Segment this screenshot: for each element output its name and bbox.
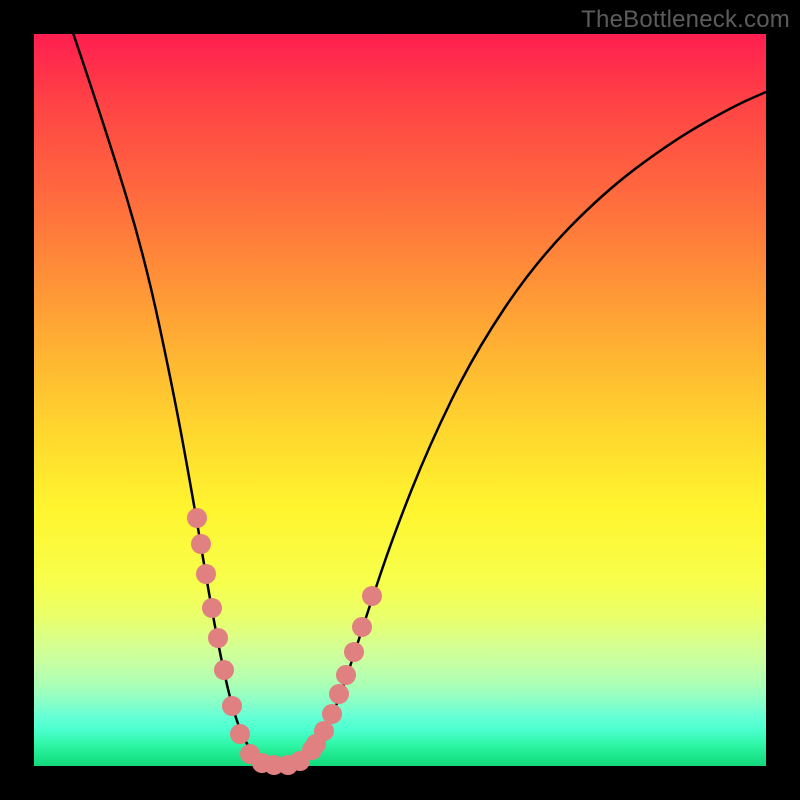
curve-marker	[352, 617, 372, 637]
curve-marker	[196, 564, 216, 584]
curve-marker	[344, 642, 364, 662]
curve-marker	[329, 684, 349, 704]
curve-marker	[362, 586, 382, 606]
curve-marker	[208, 628, 228, 648]
plot-area	[34, 34, 766, 766]
curve-marker	[202, 598, 222, 618]
curve-markers	[187, 508, 382, 775]
curve-marker	[187, 508, 207, 528]
curve-marker	[191, 534, 211, 554]
watermark-text: TheBottleneck.com	[581, 6, 790, 34]
curve-marker	[322, 704, 342, 724]
curve-marker	[214, 660, 234, 680]
curve-marker	[230, 724, 250, 744]
bottleneck-curve-svg	[34, 34, 766, 766]
curve-marker	[314, 721, 334, 741]
chart-frame: TheBottleneck.com	[0, 0, 800, 800]
curve-marker	[222, 696, 242, 716]
curve-marker	[336, 665, 356, 685]
bottleneck-curve	[70, 24, 766, 765]
